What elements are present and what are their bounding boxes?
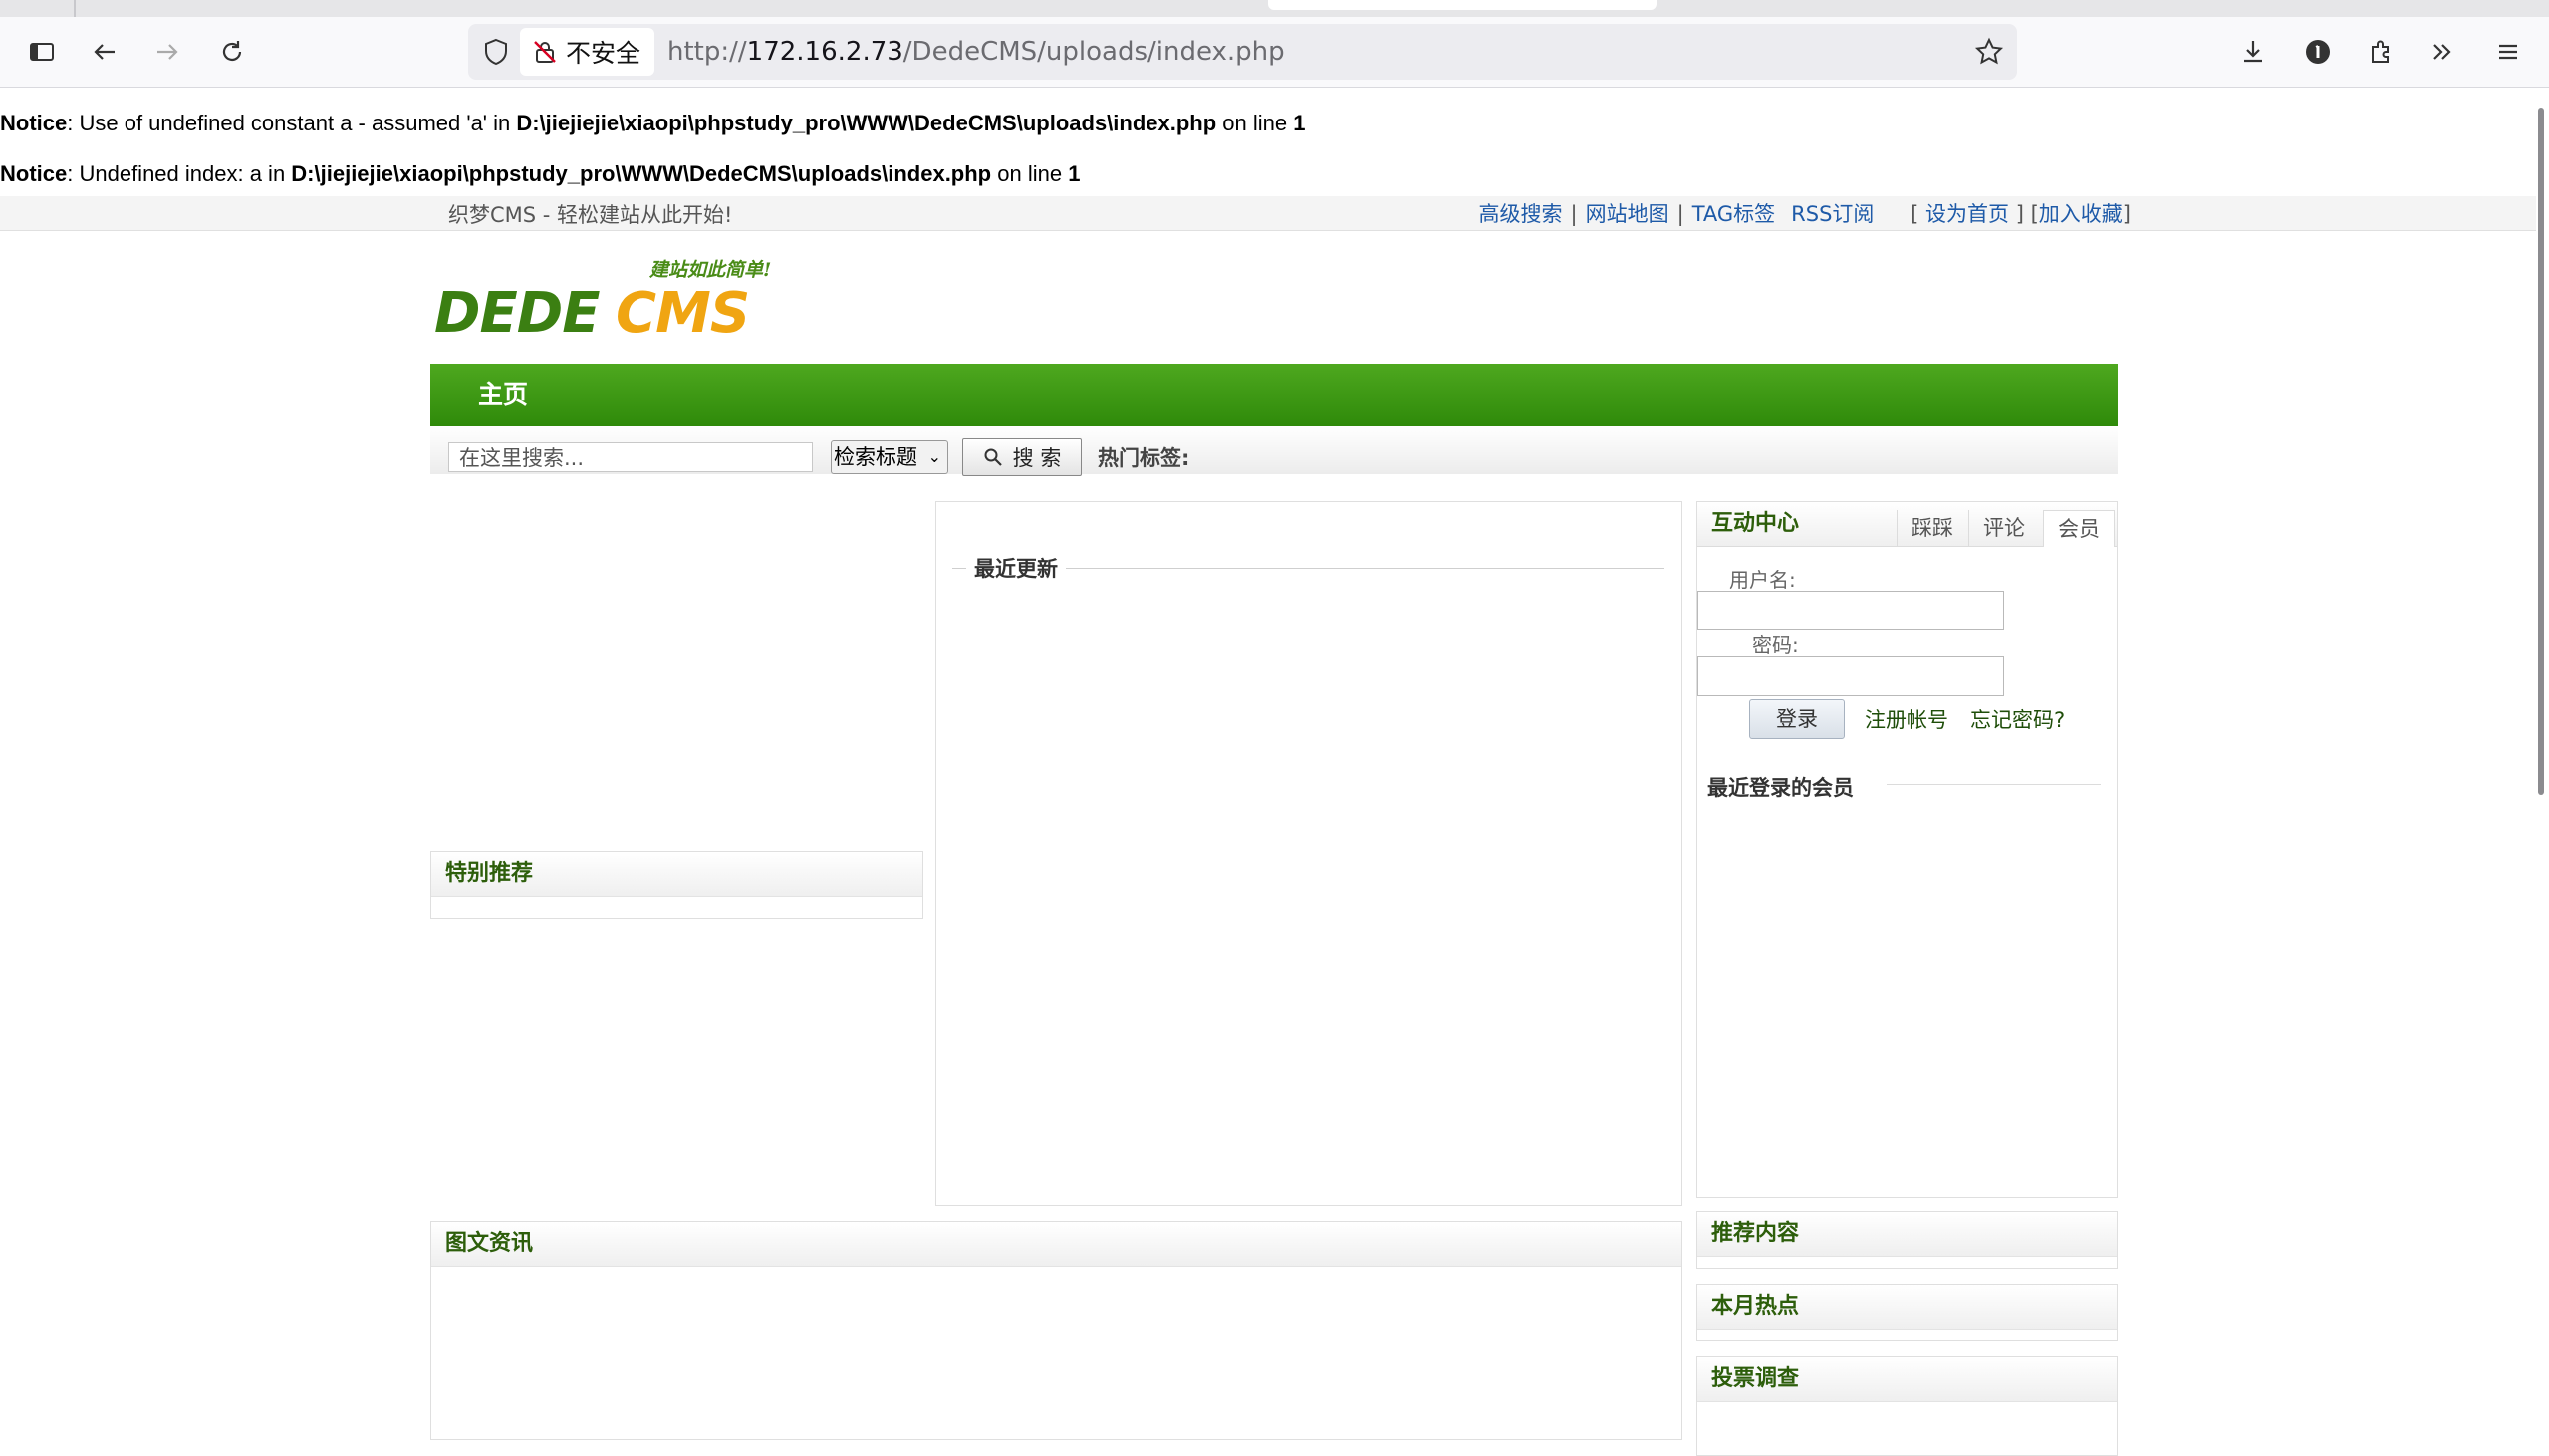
downloads-icon[interactable] — [2235, 34, 2271, 70]
not-secure-badge[interactable]: 不安全 — [520, 28, 655, 76]
monthly-hot-panel: 本月热点 — [1696, 1284, 2118, 1341]
divider — [1887, 784, 2101, 785]
search-button[interactable]: 搜 索 — [962, 438, 1082, 476]
panel-header: 特别推荐 — [431, 852, 922, 897]
interaction-center-panel: 互动中心 踩踩 评论 会员 用户名: 密码: 登录 注册帐号 忘记密码? 最近登… — [1696, 501, 2118, 1198]
login-button[interactable]: 登录 — [1749, 699, 1845, 739]
top-links: 高级搜索 | 网站地图 | TAG标签 RSS订阅 [ 设为首页 ] [加入收藏] — [1479, 198, 2131, 228]
recent-members-title: 最近登录的会员 — [1707, 776, 1854, 800]
notice-line-number: 1 — [1068, 161, 1081, 186]
tab-dig[interactable]: 踩踩 — [1897, 510, 1967, 546]
notice-line-text: on line — [1216, 111, 1294, 135]
url-path: /DedeCMS/uploads/index.php — [902, 37, 1285, 67]
url-text[interactable]: http://172.16.2.73/DedeCMS/uploads/index… — [667, 24, 1285, 80]
panel-title: 推荐内容 — [1711, 1221, 1800, 1246]
url-host: 172.16.2.73 — [746, 37, 903, 67]
panel-title: 互动中心 — [1711, 511, 1800, 536]
reload-icon[interactable] — [214, 34, 250, 70]
hot-tags-label: 热门标签: — [1098, 446, 1190, 470]
set-home-link[interactable]: 设为首页 — [1925, 202, 2009, 226]
not-secure-label: 不安全 — [566, 39, 641, 68]
add-favorite-link[interactable]: 加入收藏 — [2039, 202, 2123, 226]
username-label: 用户名: — [1729, 568, 1796, 592]
svg-text:DEDE: DEDE — [434, 281, 600, 346]
nav-home[interactable]: 主页 — [478, 364, 528, 426]
back-icon[interactable] — [87, 34, 123, 70]
notice-path: D:\jiejiejie\xiaopi\phpstudy_pro\WWW\Ded… — [516, 111, 1217, 135]
search-bar: 在这里搜索... 检索标题 ⌄ 搜 索 热门标签: — [430, 426, 2118, 476]
svg-text:建站如此简单!: 建站如此简单! — [648, 259, 771, 281]
notice-line-text: on line — [991, 161, 1069, 186]
special-recommend-panel: 特别推荐 — [430, 851, 923, 919]
overflow-chevrons-icon[interactable] — [2424, 34, 2460, 70]
active-tab[interactable] — [1268, 0, 1657, 10]
panel-title: 图文资讯 — [445, 1231, 534, 1256]
tag-link[interactable]: TAG标签 — [1692, 202, 1775, 226]
bracket: ] — [2122, 202, 2131, 226]
tab-strip — [0, 0, 2549, 17]
php-notice-1: Notice: Use of undefined constant a - as… — [0, 111, 1306, 136]
panel-header: 投票调查 — [1697, 1357, 2117, 1402]
register-link[interactable]: 注册帐号 — [1865, 704, 1948, 734]
panel-title: 本月热点 — [1711, 1294, 1800, 1319]
bracket: ] — [2015, 202, 2024, 226]
main-nav: 主页 — [430, 364, 2118, 426]
search-icon — [984, 448, 1002, 466]
vertical-scrollbar[interactable] — [2538, 108, 2544, 795]
bookmark-star-icon[interactable] — [1973, 36, 2005, 68]
username-field[interactable] — [1697, 591, 2004, 630]
tracking-shield-icon[interactable] — [480, 36, 512, 68]
sitemap-link[interactable]: 网站地图 — [1586, 202, 1669, 226]
password-manager-icon[interactable] — [2300, 34, 2336, 70]
search-type-select[interactable]: 检索标题 ⌄ — [831, 440, 948, 474]
panel-title: 特别推荐 — [445, 861, 534, 886]
search-button-label: 搜 索 — [1012, 446, 1062, 470]
password-field[interactable] — [1697, 656, 2004, 696]
bracket: [ — [1911, 202, 1919, 226]
section-title: 最近更新 — [966, 553, 1066, 583]
panel-title: 投票调查 — [1711, 1366, 1800, 1391]
chevron-down-icon: ⌄ — [927, 447, 941, 466]
notice-label: Notice — [0, 161, 68, 186]
notice-text: : Undefined index: a in — [67, 161, 292, 186]
url-prefix: http:// — [667, 37, 747, 67]
browser-toolbar: 不安全 http://172.16.2.73/DedeCMS/uploads/i… — [0, 17, 2549, 88]
forward-icon[interactable] — [149, 34, 185, 70]
extensions-icon[interactable] — [2363, 34, 2399, 70]
panel-header: 互动中心 踩踩 评论 会员 — [1697, 502, 2117, 547]
password-label: 密码: — [1752, 633, 1799, 657]
divider: | — [1676, 202, 1684, 226]
notice-path: D:\jiejiejie\xiaopi\phpstudy_pro\WWW\Ded… — [291, 161, 992, 186]
search-input[interactable]: 在这里搜索... — [448, 442, 813, 472]
notice-line-number: 1 — [1293, 111, 1306, 135]
notice-text: : Use of undefined constant a - assumed … — [67, 111, 517, 135]
sidebar-toggle-icon[interactable] — [24, 34, 60, 70]
php-notice-2: Notice: Undefined index: a in D:\jiejiej… — [0, 161, 1080, 187]
tab-comments[interactable]: 评论 — [1968, 510, 2039, 546]
tab-separator — [74, 0, 76, 17]
advanced-search-link[interactable]: 高级搜索 — [1479, 202, 1563, 226]
panel-header: 本月热点 — [1697, 1285, 2117, 1330]
rss-link[interactable]: RSS订阅 — [1791, 202, 1874, 226]
forgot-password-link[interactable]: 忘记密码? — [1970, 704, 2065, 734]
recent-updates-panel: 最近更新 — [935, 501, 1682, 1206]
notice-label: Notice — [0, 111, 68, 135]
divider: | — [1570, 202, 1578, 226]
search-type-value: 检索标题 — [834, 445, 917, 469]
menu-hamburger-icon[interactable] — [2490, 34, 2526, 70]
insecure-lock-icon — [534, 41, 556, 63]
photo-news-panel: 图文资讯 — [430, 1221, 1682, 1440]
tab-members[interactable]: 会员 — [2043, 510, 2115, 547]
panel-header: 图文资讯 — [431, 1222, 1681, 1267]
address-bar[interactable]: 不安全 http://172.16.2.73/DedeCMS/uploads/i… — [468, 24, 2017, 80]
bracket: [ — [2030, 202, 2039, 226]
dedecms-logo[interactable]: 建站如此简单! DEDE CMS — [430, 254, 809, 349]
recommended-panel: 推荐内容 — [1696, 1211, 2118, 1269]
poll-panel: 投票调查 — [1696, 1356, 2118, 1456]
svg-text:CMS: CMS — [616, 281, 749, 346]
site-top-bar — [0, 196, 2536, 231]
panel-header: 推荐内容 — [1697, 1212, 2117, 1257]
site-slogan: 织梦CMS - 轻松建站从此开始! — [448, 203, 733, 227]
